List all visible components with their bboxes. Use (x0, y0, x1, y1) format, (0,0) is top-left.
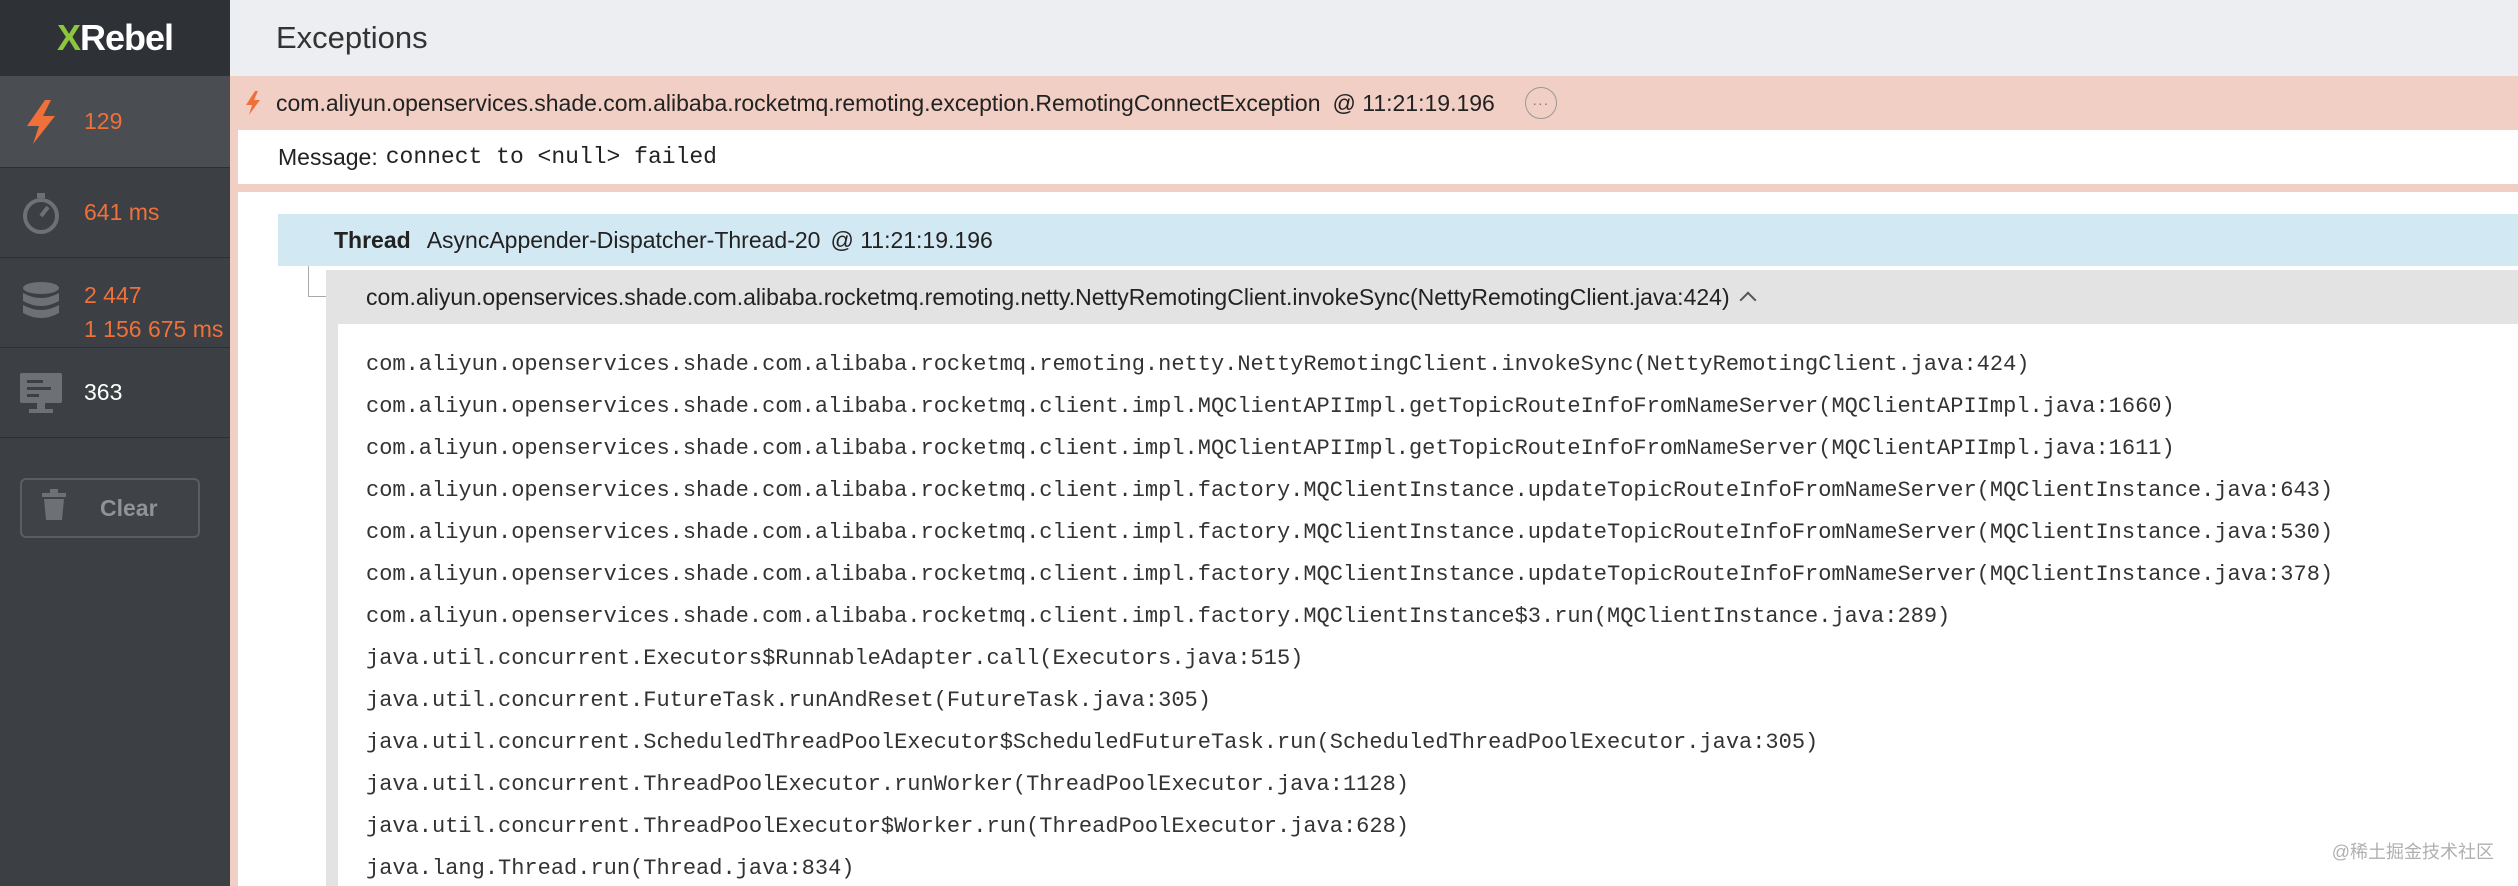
db-time: 1 156 675 ms (84, 316, 224, 342)
monitor-icon (16, 368, 66, 418)
stack-line: com.aliyun.openservices.shade.com.alibab… (366, 478, 2334, 503)
exceptions-count: 129 (84, 108, 123, 134)
exception-class: com.aliyun.openservices.shade.com.alibab… (276, 89, 1321, 116)
exception-header[interactable]: com.aliyun.openservices.shade.com.alibab… (230, 76, 2518, 130)
clear-button[interactable]: Clear (20, 478, 200, 538)
exception-message: Message: connect to <null> failed (238, 130, 2518, 192)
main-panel: Exceptions com.aliyun.openservices.shade… (230, 0, 2518, 886)
ellipsis-icon: ··· (1532, 95, 1550, 111)
stack-line: java.util.concurrent.ThreadPoolExecutor$… (366, 814, 1409, 839)
stack-line: com.aliyun.openservices.shade.com.alibab… (366, 604, 1951, 629)
exception-timestamp: @ 11:21:19.196 (1332, 89, 1495, 116)
sidebar-item-exceptions[interactable]: 129 (0, 76, 230, 168)
sidebar-item-database[interactable]: 2 447 1 156 675 ms (0, 258, 230, 348)
stack-line: java.util.concurrent.ThreadPoolExecutor.… (366, 772, 1409, 797)
page-header: Exceptions (230, 0, 2518, 76)
watermark: @稀土掘金技术社区 (2331, 842, 2494, 862)
sidebar: X Rebel 129 641 ms 2 447 1 156 675 ms 363… (0, 0, 230, 886)
db-queries: 2 447 (84, 282, 142, 308)
thread-row[interactable]: Thread AsyncAppender-Dispatcher-Thread-2… (278, 214, 2518, 266)
thread-name: AsyncAppender-Dispatcher-Thread-20 (426, 226, 821, 253)
requests-count: 363 (84, 379, 123, 405)
stack-line: com.aliyun.openservices.shade.com.alibab… (366, 520, 2334, 545)
stack-line: com.aliyun.openservices.shade.com.alibab… (366, 562, 2334, 587)
stack-frame-top: com.aliyun.openservices.shade.com.alibab… (366, 283, 1730, 310)
stack-line: java.util.concurrent.FutureTask.runAndRe… (366, 688, 1211, 713)
sidebar-item-requests[interactable]: 363 (0, 348, 230, 438)
message-value: connect to <null> failed (385, 144, 717, 170)
exception-details: Message: connect to <null> failed Thread… (230, 130, 2518, 886)
thread-label: Thread (334, 226, 411, 253)
xrebel-logo[interactable]: X Rebel (0, 0, 230, 76)
stack-frame-box: com.aliyun.openservices.shade.com.alibab… (326, 270, 2518, 886)
stack-line: com.aliyun.openservices.shade.com.alibab… (366, 352, 2030, 377)
stack-line: com.aliyun.openservices.shade.com.alibab… (366, 394, 2175, 419)
lightning-icon (16, 97, 66, 147)
stack-line: java.util.concurrent.ScheduledThreadPool… (366, 730, 1819, 755)
page-title: Exceptions (276, 20, 428, 55)
logo-rest: Rebel (79, 17, 174, 58)
thread-timestamp: @ 11:21:19.196 (830, 226, 993, 253)
more-options-button[interactable]: ··· (1524, 87, 1557, 119)
trash-icon (40, 489, 68, 527)
database-icon (16, 278, 66, 328)
lightning-icon (244, 90, 262, 122)
stack-line: com.aliyun.openservices.shade.com.alibab… (366, 436, 2175, 461)
chevron-up-icon[interactable] (1739, 291, 1757, 309)
message-label: Message: (278, 143, 378, 170)
stack-frame-header[interactable]: com.aliyun.openservices.shade.com.alibab… (338, 270, 2518, 324)
logo-x: X (56, 17, 81, 58)
stack-line: java.util.concurrent.Executors$RunnableA… (366, 646, 1304, 671)
time-value: 641 ms (84, 199, 160, 225)
database-stats: 2 447 1 156 675 ms (84, 278, 223, 346)
sidebar-item-time[interactable]: 641 ms (0, 168, 230, 258)
stopwatch-icon (16, 188, 66, 238)
clear-label: Clear (100, 494, 158, 521)
stack-trace: com.aliyun.openservices.shade.com.alibab… (338, 324, 2518, 886)
stack-line: java.lang.Thread.run(Thread.java:834) (366, 856, 855, 881)
